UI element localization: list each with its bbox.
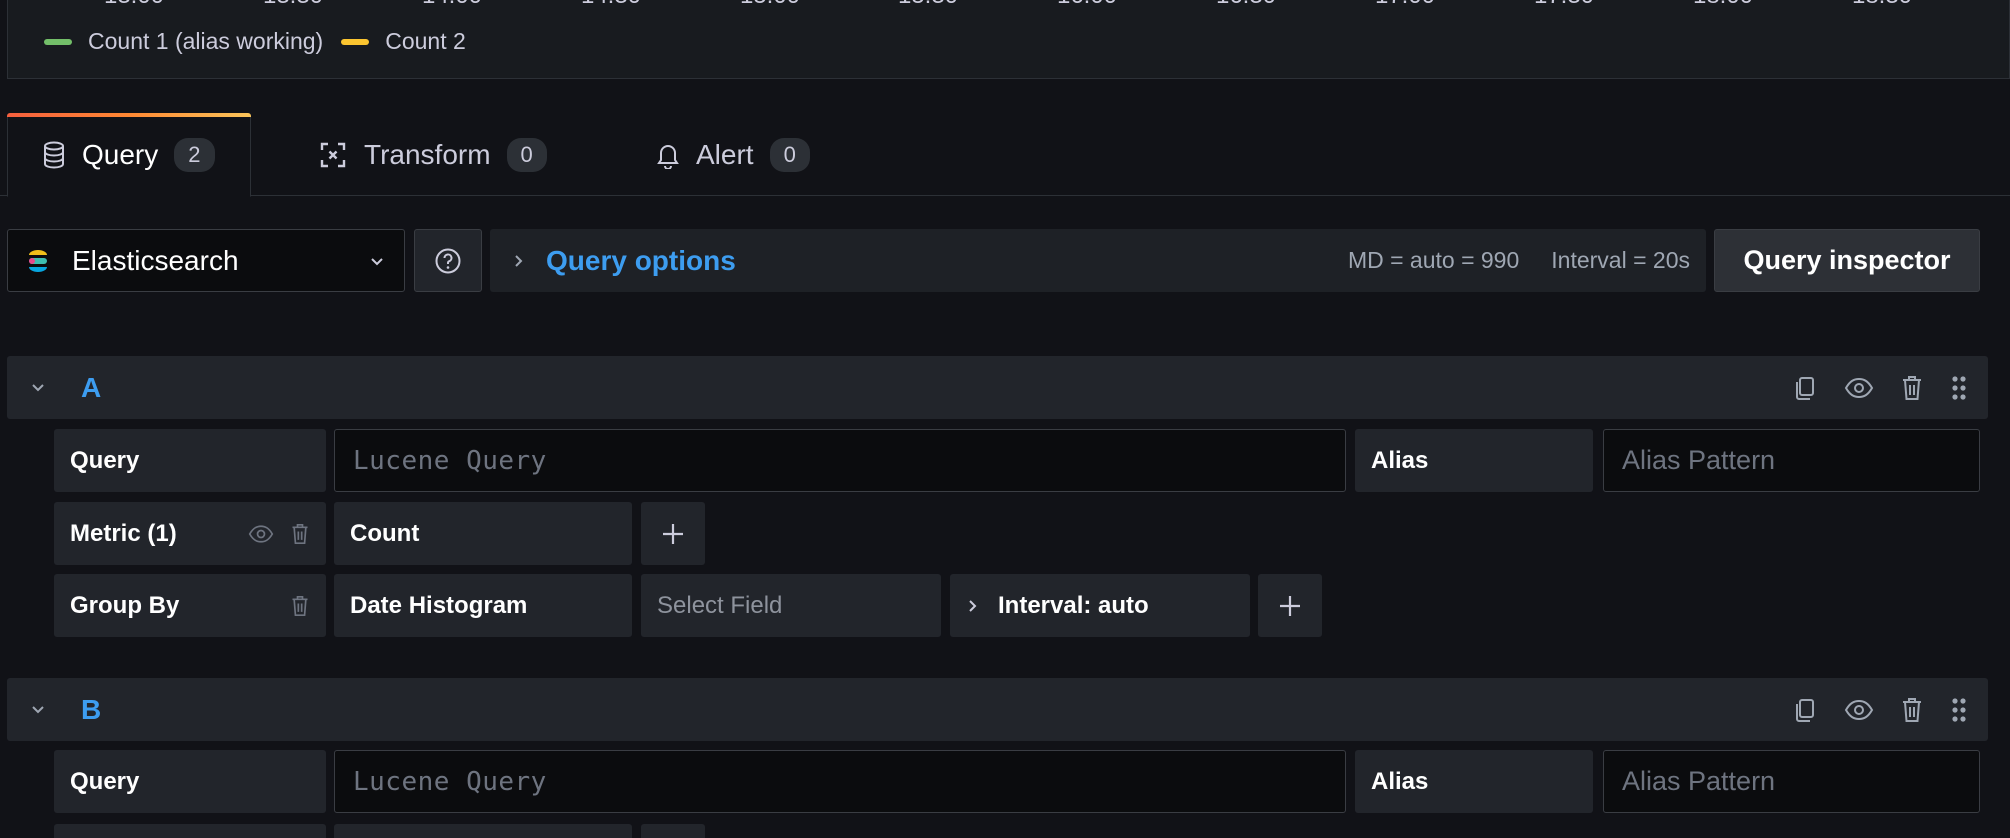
database-icon: [42, 141, 66, 169]
chevron-right-icon: [966, 597, 980, 615]
tab-count-badge: 0: [506, 137, 547, 172]
bucket-agg-type-select[interactable]: Date Histogram: [334, 574, 632, 637]
trash-icon[interactable]: [1900, 374, 1924, 402]
eye-icon[interactable]: [1844, 377, 1874, 399]
chevron-down-icon: [29, 704, 47, 716]
tab-count-badge: 0: [769, 137, 810, 172]
chart-legend: Count 1 (alias working) Count 2: [44, 28, 466, 55]
query-label: Query: [54, 750, 326, 813]
lucene-query-input[interactable]: Lucene Query: [334, 750, 1346, 813]
x-tick: 18:00: [1693, 0, 1753, 10]
x-tick: 17:00: [1375, 0, 1435, 10]
x-tick: 14:30: [581, 0, 641, 10]
select-field-dropdown[interactable]: Select Field: [641, 574, 941, 637]
metric-type-select[interactable]: Count: [334, 502, 632, 565]
add-metric-button-partial[interactable]: [641, 824, 705, 838]
query-options-label: Query options: [546, 244, 736, 276]
query-options-toggle[interactable]: Query options MD = auto = 990 Interval =…: [490, 229, 1706, 292]
tab-count-badge: 2: [174, 138, 215, 172]
chart-panel-remnant: 13:00 13:30 14:00 14:30 15:00 15:30 16:0…: [7, 0, 2010, 79]
datasource-name: Elasticsearch: [72, 244, 239, 276]
query-ref-id[interactable]: A: [81, 372, 101, 404]
group-by-label: Group By: [54, 574, 326, 637]
chevron-down-icon: [29, 382, 47, 394]
elasticsearch-logo-icon: [26, 247, 50, 275]
legend-item-count-1[interactable]: Count 1 (alias working): [44, 28, 323, 55]
legend-swatch: [44, 38, 72, 45]
duplicate-query-icon[interactable]: [1792, 696, 1818, 724]
collapse-toggle[interactable]: [7, 382, 69, 394]
eye-icon[interactable]: [1844, 699, 1874, 721]
interval-setting-label: Interval: auto: [998, 591, 1149, 619]
datasource-picker[interactable]: Elasticsearch: [7, 229, 405, 292]
group-by-label-text: Group By: [70, 591, 180, 619]
trash-icon[interactable]: [290, 522, 310, 546]
plus-icon: [660, 521, 686, 547]
query-row-header-a[interactable]: A: [7, 356, 1988, 419]
alias-pattern-input[interactable]: Alias Pattern: [1603, 750, 1980, 813]
drag-handle-icon[interactable]: [1950, 696, 1968, 724]
legend-label: Count 2: [385, 28, 466, 54]
legend-swatch: [341, 38, 370, 45]
interval-settings-toggle[interactable]: Interval: auto: [950, 574, 1250, 637]
legend-label: Count 1 (alias working): [88, 28, 324, 54]
tab-label: Alert: [696, 138, 754, 170]
editor-tabbar: Query 2 Transform 0 Alert 0: [0, 113, 2010, 197]
metric-type-select-partial[interactable]: [334, 824, 632, 838]
lucene-query-input[interactable]: Lucene Query: [334, 429, 1346, 492]
x-tick: 16:00: [1057, 0, 1117, 10]
metric-label-text: Metric (1): [70, 519, 177, 547]
x-tick: 18:30: [1852, 0, 1912, 10]
tab-label: Transform: [364, 138, 491, 170]
eye-icon[interactable]: [248, 524, 274, 544]
duplicate-query-icon[interactable]: [1792, 374, 1818, 402]
alias-label: Alias: [1355, 750, 1593, 813]
interval-info: Interval = 20s: [1551, 247, 1690, 273]
bell-icon: [656, 141, 680, 169]
tab-query[interactable]: Query 2: [7, 113, 251, 197]
transform-icon: [318, 140, 348, 170]
query-label: Query: [54, 429, 326, 492]
chevron-down-icon: [368, 255, 386, 267]
collapse-toggle[interactable]: [7, 704, 69, 716]
alias-pattern-input[interactable]: Alias Pattern: [1603, 429, 1980, 492]
trash-icon[interactable]: [1900, 696, 1924, 724]
add-group-by-button[interactable]: [1258, 574, 1322, 637]
x-tick: 15:00: [740, 0, 800, 10]
query-inspector-button[interactable]: Query inspector: [1714, 229, 1980, 292]
x-tick: 15:30: [898, 0, 958, 10]
question-circle-icon: [434, 247, 462, 275]
trash-icon[interactable]: [290, 594, 310, 618]
query-row-header-b[interactable]: B: [7, 678, 1988, 741]
query-ref-id[interactable]: B: [81, 694, 101, 726]
x-tick: 13:30: [263, 0, 323, 10]
x-tick: 17:30: [1534, 0, 1594, 10]
alias-label: Alias: [1355, 429, 1593, 492]
x-axis: 13:00 13:30 14:00 14:30 15:00 15:30 16:0…: [8, 0, 2009, 9]
drag-handle-icon[interactable]: [1950, 374, 1968, 402]
add-metric-button[interactable]: [641, 502, 705, 565]
x-tick: 16:30: [1216, 0, 1276, 10]
x-tick: 13:00: [104, 0, 164, 10]
plus-icon: [1277, 593, 1303, 619]
tab-label: Query: [82, 139, 159, 170]
tab-transform[interactable]: Transform 0: [284, 113, 581, 196]
metric-label-partial: [54, 824, 326, 838]
datasource-help-button[interactable]: [414, 229, 482, 292]
legend-item-count-2[interactable]: Count 2: [341, 28, 466, 55]
max-data-points-info: MD = auto = 990: [1347, 247, 1520, 273]
metric-label: Metric (1): [54, 502, 326, 565]
tab-alert[interactable]: Alert 0: [622, 113, 844, 196]
x-tick: 14:00: [422, 0, 482, 10]
chevron-right-icon: [512, 252, 526, 270]
